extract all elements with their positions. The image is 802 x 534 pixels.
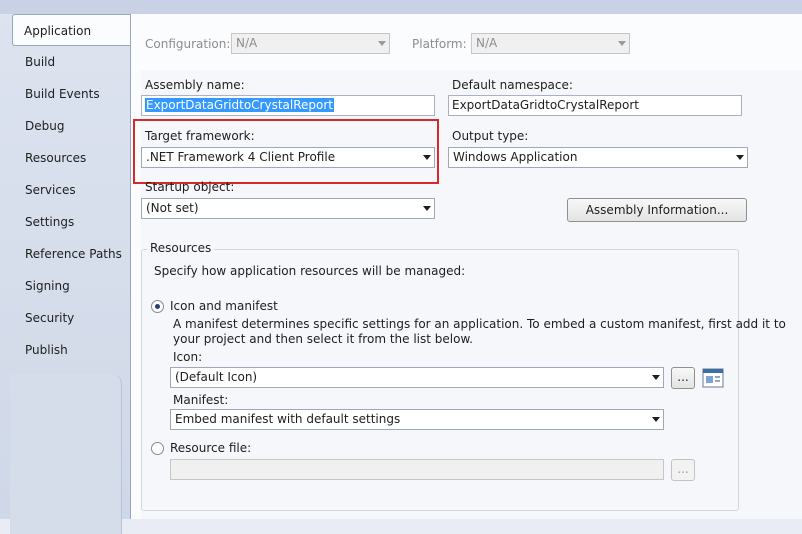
tab-build[interactable]: Build [14, 46, 130, 78]
chevron-down-icon [736, 155, 744, 160]
tab-application[interactable]: Application [12, 14, 132, 46]
tab-label: Application [24, 24, 92, 38]
manifest-help-text-2: your project and then select it from the… [173, 332, 473, 346]
resource-file-input[interactable] [170, 459, 664, 480]
manifest-value: Embed manifest with default settings [175, 412, 401, 426]
tab-resources[interactable]: Resources [14, 142, 130, 174]
tab-label: Publish [25, 343, 68, 357]
default-namespace-value: ExportDataGridtoCrystalReport [452, 98, 640, 112]
startup-object-label: Startup object: [145, 180, 235, 194]
tab-label: Settings [25, 215, 75, 229]
icon-browse-button[interactable]: ... [671, 367, 695, 389]
tab-label: Debug [25, 119, 65, 133]
tab-settings[interactable]: Settings [14, 206, 130, 238]
startup-object-dropdown[interactable]: (Not set) [141, 198, 435, 219]
resource-file-browse-button[interactable]: ... [671, 459, 695, 481]
default-namespace-input[interactable]: ExportDataGridtoCrystalReport [448, 95, 742, 116]
chevron-down-icon [652, 375, 660, 380]
manifest-label: Manifest: [173, 393, 229, 407]
icon-and-manifest-radio[interactable] [151, 300, 164, 313]
platform-dropdown[interactable]: N/A [471, 33, 630, 54]
tab-label: Signing [25, 279, 70, 293]
icon-value: (Default Icon) [175, 370, 258, 384]
default-namespace-label: Default namespace: [452, 78, 573, 92]
sidebar-lower-panel [10, 374, 122, 534]
tab-label: Build [25, 55, 56, 69]
icon-and-manifest-label: Icon and manifest [170, 299, 278, 313]
resources-group-title: Resources [147, 241, 215, 255]
platform-label: Platform: [412, 37, 467, 51]
tab-security[interactable]: Security [14, 302, 130, 334]
configuration-label: Configuration: [145, 37, 231, 51]
tab-debug[interactable]: Debug [14, 110, 130, 142]
tab-label: Security [25, 311, 75, 325]
tab-label: Services [25, 183, 76, 197]
chevron-down-icon [378, 41, 386, 46]
tab-reference-paths[interactable]: Reference Paths [14, 238, 130, 270]
tab-build-events[interactable]: Build Events [14, 78, 130, 110]
assembly-name-label: Assembly name: [145, 78, 245, 92]
resource-file-label: Resource file: [170, 441, 252, 455]
highlight-box [133, 119, 439, 184]
manifest-help-text-1: A manifest determines specific settings … [173, 317, 786, 331]
assembly-name-value: ExportDataGridtoCrystalReport [145, 98, 335, 112]
tab-label: Resources [25, 151, 87, 165]
chevron-down-icon [423, 206, 431, 211]
icon-label: Icon: [173, 350, 203, 364]
tab-publish[interactable]: Publish [14, 334, 130, 366]
tab-signing[interactable]: Signing [14, 270, 130, 302]
output-type-dropdown[interactable]: Windows Application [448, 147, 748, 168]
title-strip [0, 0, 802, 14]
chevron-down-icon [652, 417, 660, 422]
tab-label: Build Events [25, 87, 100, 101]
chevron-down-icon [618, 41, 626, 46]
configuration-dropdown[interactable]: N/A [231, 33, 390, 54]
output-type-label: Output type: [452, 129, 529, 143]
manifest-dropdown[interactable]: Embed manifest with default settings [170, 409, 664, 430]
resource-file-radio[interactable] [151, 442, 164, 455]
configuration-value: N/A [236, 36, 258, 50]
icon-preview-icon [702, 368, 724, 388]
resources-description: Specify how application resources will b… [154, 264, 466, 278]
assembly-information-button[interactable]: Assembly Information... [567, 198, 747, 222]
platform-value: N/A [476, 36, 498, 50]
tab-label: Reference Paths [25, 247, 122, 261]
startup-object-value: (Not set) [146, 201, 199, 215]
tab-services[interactable]: Services [14, 174, 130, 206]
output-type-value: Windows Application [453, 150, 578, 164]
icon-dropdown[interactable]: (Default Icon) [170, 367, 664, 388]
assembly-name-input[interactable]: ExportDataGridtoCrystalReport [141, 95, 435, 116]
